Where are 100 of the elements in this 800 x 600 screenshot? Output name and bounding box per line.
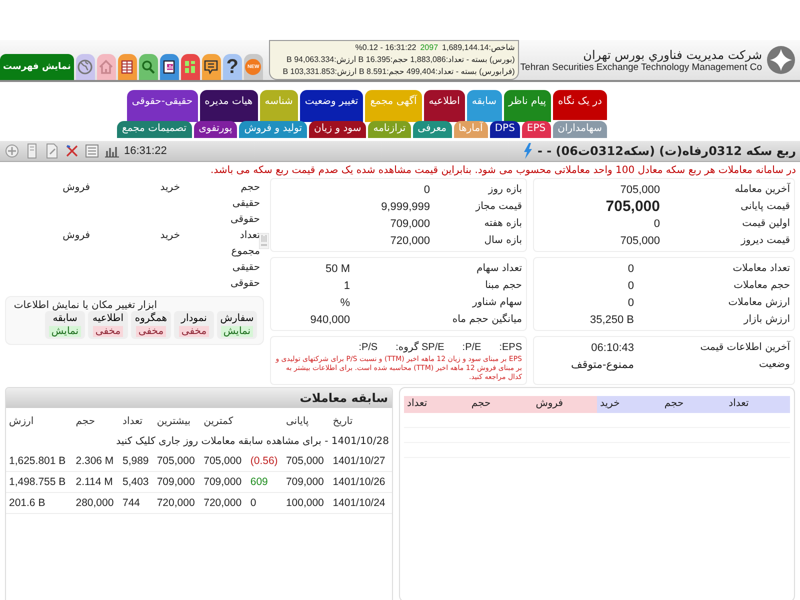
lightning-icon <box>523 143 534 159</box>
table-cell: 609 <box>247 472 283 492</box>
field-label: قیمت مجاز <box>476 201 522 212</box>
field-label: آخرین معامله <box>734 184 790 195</box>
tab[interactable]: تصمیمات مجمع <box>117 121 192 138</box>
toggle-name: سفارش <box>220 313 254 324</box>
toggle-state: مخفی <box>179 326 209 337</box>
column-header: فروش <box>62 180 90 194</box>
table-cell: 709,000 <box>200 472 248 492</box>
buy-column-header: حجم <box>661 396 726 413</box>
index-value: شاخص:1,689,144.14 <box>442 42 515 54</box>
table-cell: 705,000 <box>154 451 201 472</box>
tab[interactable]: DPS <box>490 121 520 138</box>
today-history-link[interactable]: 1401/10/28 - برای مشاهده سابقه معاملات روز جاری کلیک کنید <box>9 436 389 446</box>
edit-document-icon[interactable] <box>44 143 60 159</box>
table-cell: 1,625.801 B <box>6 451 73 472</box>
visibility-toggle[interactable]: سابقه نمایش <box>45 311 85 339</box>
ratio-label: EPS: <box>499 342 522 352</box>
column-header: خرید <box>159 228 180 242</box>
field-value: 50 M <box>326 262 350 274</box>
tab[interactable]: پورتفوی <box>194 121 238 138</box>
tab[interactable]: EPS <box>522 121 551 138</box>
visibility-toggle[interactable]: سفارش نمایش <box>217 311 257 339</box>
market-time-change: 16:31:22 - %0.12 <box>355 42 416 54</box>
tab[interactable]: تغییر وضعیت <box>300 90 364 122</box>
symbol-time: 16:31:22 <box>124 145 167 157</box>
row-label: حقیقی <box>231 196 260 210</box>
report-icon[interactable] <box>160 54 179 80</box>
table-cell: 5,989 <box>120 451 154 472</box>
table-cell: (0.56) <box>247 451 283 472</box>
table-cell: 709,000 <box>282 472 330 492</box>
tab[interactable]: حقیقی-حقوقی <box>126 90 198 122</box>
star-logo-icon <box>766 45 796 75</box>
row-label: تعداد <box>238 228 260 242</box>
field-value: 0 <box>628 262 634 274</box>
tab[interactable]: در یک نگاه <box>553 90 607 122</box>
help-button[interactable]: ? <box>222 54 242 80</box>
field-value: 0 <box>424 184 430 196</box>
ratio-label: P/S: <box>358 342 378 352</box>
table-cell: 720,000 <box>200 492 248 514</box>
toggle-state: مخفی <box>136 326 166 337</box>
market-status-line: (بورس) بسته - تعداد:1,883,086 حجم:16.395 B ارزش:94,063.334 B <box>286 54 515 66</box>
visibility-toggle[interactable]: اطلاعیه مخفی <box>88 311 128 339</box>
field-value: 06:10:43 <box>591 342 634 354</box>
table-cell: 1401/10/26 <box>330 472 392 492</box>
search-icon[interactable] <box>138 54 158 80</box>
field-value: 0 <box>628 296 634 308</box>
table-cell: 1,498.755 B <box>6 472 73 492</box>
toggle-state: مخفی <box>93 326 123 337</box>
list-icon[interactable] <box>84 143 100 159</box>
ratio-label: P/E: <box>462 342 482 352</box>
panel-title: ابزار تغییر مکان یا نمایش اطلاعات <box>12 300 158 311</box>
field-label: بازه هفته <box>484 218 522 229</box>
table-cell: 709,000 <box>154 472 201 492</box>
table-cell: 705,000 <box>200 451 248 472</box>
column-header: خرید <box>159 180 180 194</box>
field-label: ارزش بازار <box>744 314 790 325</box>
globe-icon[interactable] <box>76 54 95 80</box>
chat-icon[interactable] <box>202 54 221 80</box>
field-label: آخرین اطلاعات قیمت <box>700 342 790 353</box>
tab[interactable]: اطلاعیه <box>424 90 465 122</box>
tab[interactable]: سود و زیان <box>309 121 366 138</box>
visibility-toggle[interactable]: همگروه مخفی <box>131 311 171 339</box>
trade-count: 2097 <box>420 42 438 54</box>
field-label: بازه سال <box>484 235 522 246</box>
sell-column-header: فروش <box>532 396 598 413</box>
table-cell: 0 <box>247 492 283 514</box>
table-cell: 2.306 M <box>72 451 120 472</box>
field-label: قیمت دیروز <box>741 235 790 246</box>
field-label: تعداد معاملات <box>732 263 790 274</box>
buy-column-header: تعداد <box>726 396 790 413</box>
column-header: کمترین <box>202 415 234 429</box>
field-label: ارزش معاملات <box>728 297 790 308</box>
tab[interactable]: پیام ناظر <box>504 90 552 122</box>
toggle-state: نمایش <box>221 326 253 337</box>
table-icon[interactable] <box>118 54 137 80</box>
table-cell: 5,403 <box>120 472 154 492</box>
field-label: وضعیت <box>759 359 790 370</box>
table-cell: 1401/10/27 <box>330 451 392 472</box>
table-cell: 744 <box>120 492 154 514</box>
sell-column-header: تعداد <box>404 396 468 413</box>
field-label: حجم معاملات <box>734 280 790 291</box>
column-header: حجم <box>74 415 96 429</box>
tab[interactable]: تولید و فروش <box>239 121 308 138</box>
show-list-button[interactable]: نمایش فهرست <box>0 54 74 80</box>
table-cell: 201.6 B <box>6 492 73 514</box>
toggle-name: نمودار <box>181 313 207 324</box>
field-value: 705,000 <box>620 184 660 196</box>
row-label: حقوقی <box>229 276 260 290</box>
row-label: حجم <box>240 180 260 194</box>
tab[interactable]: هیات مدیره <box>200 90 258 122</box>
crossed-tools-icon[interactable] <box>64 143 80 159</box>
field-label: اولین قیمت <box>742 218 790 229</box>
toggle-state: نمایش <box>49 326 81 337</box>
table-cell: 720,000 <box>154 492 201 514</box>
add-icon[interactable] <box>4 143 20 159</box>
field-value: 709,000 <box>390 218 430 230</box>
visibility-toggle[interactable]: نمودار مخفی <box>174 311 214 339</box>
tab[interactable]: معرفی <box>412 121 452 138</box>
field-value: ممنوع-متوقف <box>570 358 634 371</box>
